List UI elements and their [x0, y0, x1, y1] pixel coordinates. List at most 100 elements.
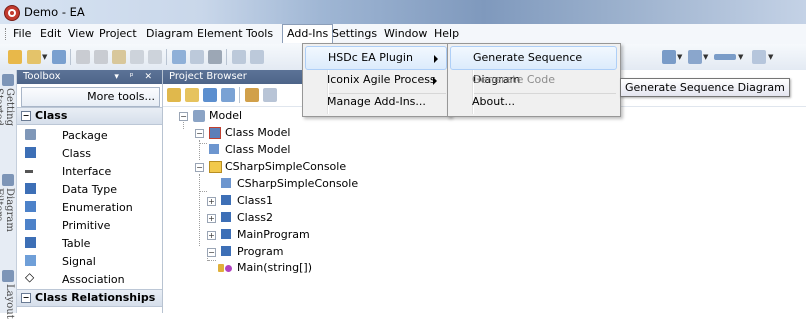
print-preview-icon[interactable] — [190, 50, 204, 64]
menu-file[interactable]: File — [12, 27, 32, 40]
menu-item-iconix-agile-process[interactable]: Iconix Agile Process — [305, 69, 445, 91]
submenu-arrow-icon — [433, 77, 437, 85]
toolbar-separator — [239, 87, 240, 103]
collapse-icon[interactable]: − — [21, 293, 31, 303]
diagram-icon — [209, 144, 219, 154]
more-tools-button[interactable]: More tools... — [21, 87, 160, 107]
search-icon[interactable] — [172, 50, 186, 64]
menu-item-label: Generate Code — [472, 73, 556, 86]
collapse-icon[interactable]: − — [195, 129, 204, 138]
undo-icon[interactable] — [130, 50, 144, 64]
app-logo-icon[interactable] — [4, 5, 20, 21]
tool-data-type[interactable]: Data Type — [17, 180, 162, 198]
menu-project[interactable]: Project — [98, 27, 138, 40]
section-class-relationships-header[interactable]: − Class Relationships — [17, 289, 162, 307]
collapse-icon[interactable]: − — [21, 111, 31, 121]
filter-icon — [2, 174, 14, 186]
properties-icon[interactable] — [263, 88, 277, 102]
tool-label: Class — [62, 147, 91, 160]
tool-association[interactable]: ◇ Association — [17, 270, 162, 288]
tool-signal[interactable]: Signal — [17, 252, 162, 270]
layout-icon — [2, 270, 14, 282]
collapse-icon[interactable]: − — [195, 163, 204, 172]
section-label: Class Relationships — [35, 291, 156, 304]
copy-icon[interactable] — [94, 50, 108, 64]
menu-help[interactable]: Help — [433, 27, 460, 40]
menu-item-generate-code[interactable]: Generate Code — [450, 69, 615, 91]
menu-element[interactable]: Element — [196, 27, 244, 40]
collapse-icon[interactable]: − — [207, 248, 216, 257]
paste-icon[interactable] — [112, 50, 126, 64]
tool-package[interactable]: Package — [17, 126, 162, 144]
menu-settings[interactable]: Settings — [331, 27, 378, 40]
view-icon[interactable] — [662, 50, 676, 64]
redo-icon[interactable] — [148, 50, 162, 64]
collapse-icon[interactable]: − — [179, 112, 188, 121]
menu-item-label: About... — [472, 95, 516, 108]
enumeration-icon — [25, 201, 36, 212]
menu-item-hsdc-ea-plugin[interactable]: HSDc EA Plugin — [305, 46, 447, 70]
add-ins-menu: HSDc EA Plugin Iconix Agile Process Mana… — [302, 43, 451, 117]
tab-getting-started[interactable]: Getting Started — [0, 88, 15, 158]
new-diagram-icon[interactable] — [203, 88, 217, 102]
menu-diagram[interactable]: Diagram — [145, 27, 194, 40]
save-icon[interactable] — [52, 50, 66, 64]
menu-item-about[interactable]: About... — [450, 91, 615, 113]
diagram-icon — [221, 178, 231, 188]
interface-icon — [25, 170, 33, 173]
chevron-down-icon[interactable]: ▼ — [42, 53, 47, 61]
print-icon[interactable] — [208, 50, 222, 64]
tool-interface[interactable]: Interface — [17, 162, 162, 180]
open-folder-icon[interactable] — [27, 50, 41, 64]
tree-line — [199, 143, 207, 144]
primitive-icon — [25, 219, 36, 230]
menu-view[interactable]: View — [67, 27, 95, 40]
tool-label: Signal — [62, 255, 96, 268]
menubar-grip[interactable] — [5, 28, 9, 40]
chevron-down-icon[interactable]: ▼ — [738, 53, 743, 61]
tool-class[interactable]: Class — [17, 144, 162, 162]
new-model-icon[interactable] — [167, 88, 181, 102]
menu-item-label: Manage Add-Ins... — [327, 95, 426, 108]
cut-icon[interactable] — [76, 50, 90, 64]
expand-icon[interactable]: + — [207, 197, 216, 206]
class-icon — [221, 246, 231, 256]
section-class-header[interactable]: − Class — [17, 107, 162, 125]
tool-label: Association — [62, 273, 125, 286]
menu-item-generate-sequence-diagram[interactable]: Generate Sequence Diagram — [450, 46, 617, 86]
properties-icon[interactable] — [232, 50, 246, 64]
new-package-icon[interactable] — [185, 88, 199, 102]
layout-icon[interactable] — [250, 50, 264, 64]
tooltip: Generate Sequence Diagram — [620, 78, 790, 97]
menu-tools[interactable]: Tools — [245, 27, 274, 40]
tab-diagram-filters[interactable]: Diagram Filters — [0, 188, 15, 268]
window-icon[interactable] — [688, 50, 702, 64]
package-icon — [25, 129, 36, 140]
panel-icon[interactable] — [752, 50, 766, 64]
chevron-down-icon[interactable]: ▼ — [677, 53, 682, 61]
chevron-down-icon[interactable]: ▼ — [768, 53, 773, 61]
menu-add-ins[interactable]: Add-Ins — [282, 24, 334, 43]
menu-item-manage-add-ins[interactable]: Manage Add-Ins... — [305, 91, 445, 113]
class-icon — [221, 229, 231, 239]
class-icon — [221, 212, 231, 222]
title-bar — [0, 0, 806, 24]
new-icon[interactable] — [8, 50, 22, 64]
expand-icon[interactable]: + — [207, 231, 216, 240]
pane-controls[interactable]: ▾ ᵖ ✕ — [114, 70, 156, 84]
line-style-icon[interactable] — [714, 54, 736, 60]
tree-line — [199, 174, 200, 246]
find-icon[interactable] — [245, 88, 259, 102]
new-element-icon[interactable] — [221, 88, 235, 102]
tool-enumeration[interactable]: Enumeration — [17, 198, 162, 216]
tool-table[interactable]: Table — [17, 234, 162, 252]
menu-edit[interactable]: Edit — [39, 27, 62, 40]
tree-item-label: Main(string[]) — [237, 261, 313, 274]
expand-icon[interactable]: + — [207, 214, 216, 223]
chevron-down-icon[interactable]: ▼ — [703, 53, 708, 61]
menu-window[interactable]: Window — [383, 27, 428, 40]
section-label: Class — [35, 109, 68, 122]
tool-primitive[interactable]: Primitive — [17, 216, 162, 234]
toolbox-header: Toolbox ▾ ᵖ ✕ — [17, 70, 162, 84]
class-icon — [25, 147, 36, 158]
